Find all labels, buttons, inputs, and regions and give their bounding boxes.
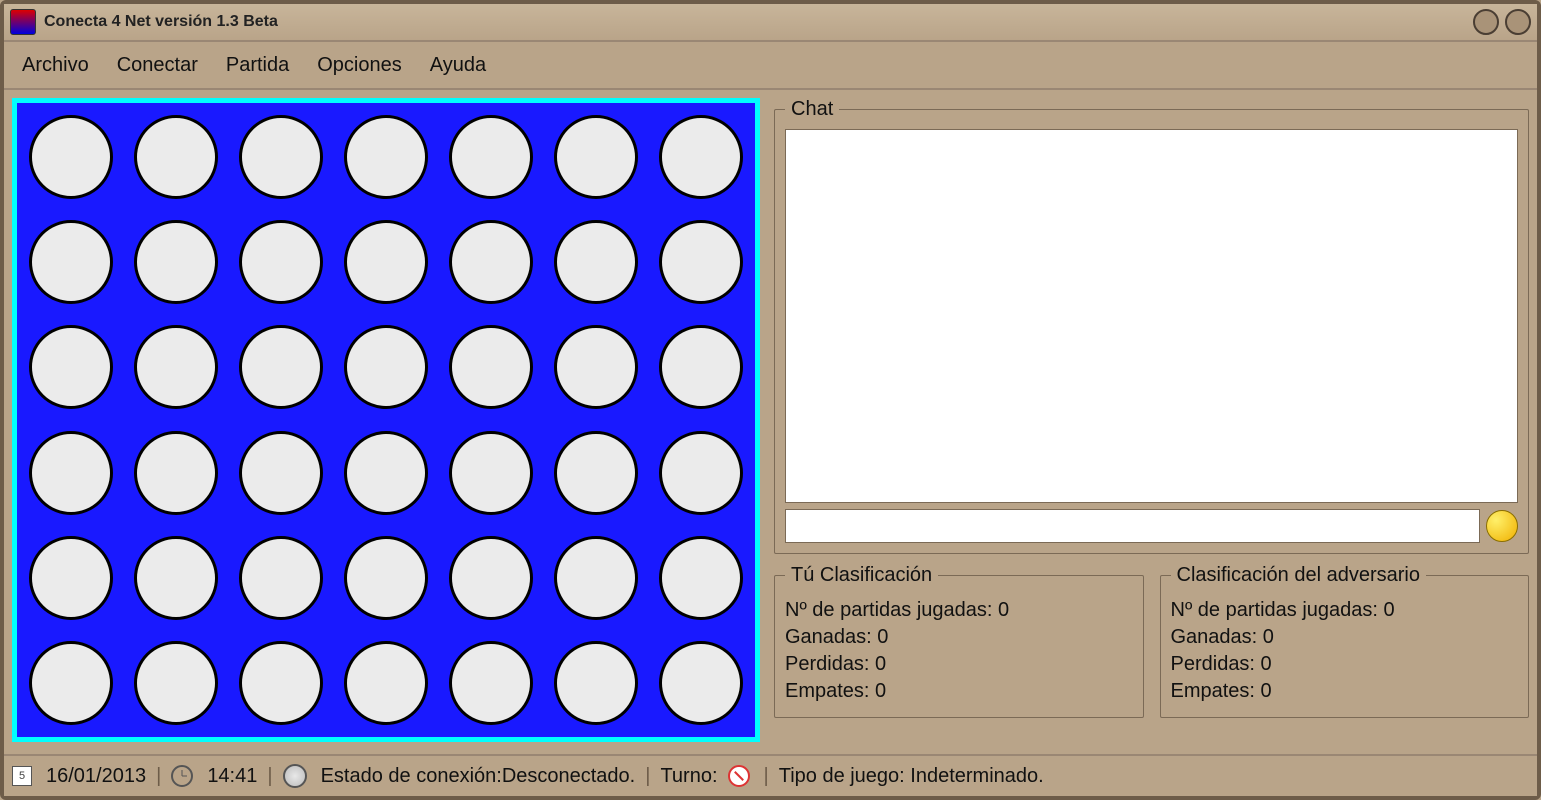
chat-panel: Chat: [774, 98, 1529, 554]
board-cell[interactable]: [449, 536, 533, 620]
board-cell[interactable]: [134, 325, 218, 409]
chat-input[interactable]: [785, 509, 1480, 543]
status-sep: |: [156, 765, 161, 788]
board-cell[interactable]: [134, 641, 218, 725]
self-stats-panel: Tú Clasificación Nº de partidas jugadas:…: [774, 564, 1144, 718]
statusbar: 5 16/01/2013 | 14:41 | Estado de conexió…: [4, 754, 1537, 796]
board-cell[interactable]: [659, 431, 743, 515]
window-title: Conecta 4 Net versión 1.3 Beta: [44, 13, 1467, 31]
opp-played: Nº de partidas jugadas: 0: [1171, 599, 1519, 622]
opponent-stats-panel: Clasificación del adversario Nº de parti…: [1160, 564, 1530, 718]
status-date: 16/01/2013: [46, 765, 146, 788]
board-cell[interactable]: [29, 325, 113, 409]
board-cell[interactable]: [134, 431, 218, 515]
status-sep: |: [267, 765, 272, 788]
titlebar: Conecta 4 Net versión 1.3 Beta: [4, 4, 1537, 42]
board-cell[interactable]: [134, 536, 218, 620]
opp-draw: Empates: 0: [1171, 680, 1519, 703]
board-cell[interactable]: [449, 220, 533, 304]
status-turn-label: Turno:: [660, 765, 717, 788]
minimize-button[interactable]: [1473, 9, 1499, 35]
board-cell[interactable]: [134, 115, 218, 199]
opp-lost: Perdidas: 0: [1171, 653, 1519, 676]
menu-archivo[interactable]: Archivo: [22, 54, 89, 77]
close-button[interactable]: [1505, 9, 1531, 35]
board-cell[interactable]: [344, 431, 428, 515]
self-won: Ganadas: 0: [785, 626, 1133, 649]
chat-legend: Chat: [785, 98, 839, 121]
self-stats-legend: Tú Clasificación: [785, 564, 938, 587]
self-lost: Perdidas: 0: [785, 653, 1133, 676]
board-cell[interactable]: [29, 641, 113, 725]
board-cell[interactable]: [239, 641, 323, 725]
app-icon: [10, 9, 36, 35]
board-cell[interactable]: [239, 115, 323, 199]
board-cell[interactable]: [554, 220, 638, 304]
menubar: Archivo Conectar Partida Opciones Ayuda: [4, 42, 1537, 90]
board-cell[interactable]: [449, 641, 533, 725]
game-board[interactable]: [12, 98, 760, 742]
self-played: Nº de partidas jugadas: 0: [785, 599, 1133, 622]
board-cell[interactable]: [134, 220, 218, 304]
board-cell[interactable]: [554, 115, 638, 199]
board-cell[interactable]: [659, 115, 743, 199]
board-cell[interactable]: [239, 431, 323, 515]
menu-opciones[interactable]: Opciones: [317, 54, 402, 77]
board-cell[interactable]: [29, 431, 113, 515]
board-cell[interactable]: [659, 641, 743, 725]
status-gametype: Tipo de juego: Indeterminado.: [779, 765, 1044, 788]
menu-conectar[interactable]: Conectar: [117, 54, 198, 77]
board-cell[interactable]: [554, 325, 638, 409]
calendar-icon: 5: [12, 766, 32, 786]
board-cell[interactable]: [659, 536, 743, 620]
board-cell[interactable]: [29, 115, 113, 199]
globe-icon: [283, 764, 307, 788]
opponent-stats-legend: Clasificación del adversario: [1171, 564, 1426, 587]
no-entry-icon: [728, 765, 750, 787]
board-cell[interactable]: [239, 536, 323, 620]
board-cell[interactable]: [659, 220, 743, 304]
board-cell[interactable]: [239, 220, 323, 304]
board-cell[interactable]: [449, 115, 533, 199]
status-time: 14:41: [207, 765, 257, 788]
status-sep: |: [764, 765, 769, 788]
board-cell[interactable]: [554, 536, 638, 620]
status-connection: Estado de conexión:Desconectado.: [321, 765, 636, 788]
board-cell[interactable]: [449, 431, 533, 515]
board-cell[interactable]: [449, 325, 533, 409]
menu-partida[interactable]: Partida: [226, 54, 289, 77]
board-cell[interactable]: [239, 325, 323, 409]
emoji-button[interactable]: [1486, 510, 1518, 542]
board-cell[interactable]: [659, 325, 743, 409]
board-cell[interactable]: [344, 536, 428, 620]
board-cell[interactable]: [344, 641, 428, 725]
board-cell[interactable]: [554, 641, 638, 725]
status-sep: |: [645, 765, 650, 788]
menu-ayuda[interactable]: Ayuda: [430, 54, 486, 77]
board-cell[interactable]: [29, 536, 113, 620]
chat-log[interactable]: [785, 129, 1518, 503]
clock-icon: [171, 765, 193, 787]
board-cell[interactable]: [344, 115, 428, 199]
board-cell[interactable]: [29, 220, 113, 304]
board-cell[interactable]: [344, 325, 428, 409]
board-cell[interactable]: [344, 220, 428, 304]
opp-won: Ganadas: 0: [1171, 626, 1519, 649]
board-cell[interactable]: [554, 431, 638, 515]
self-draw: Empates: 0: [785, 680, 1133, 703]
